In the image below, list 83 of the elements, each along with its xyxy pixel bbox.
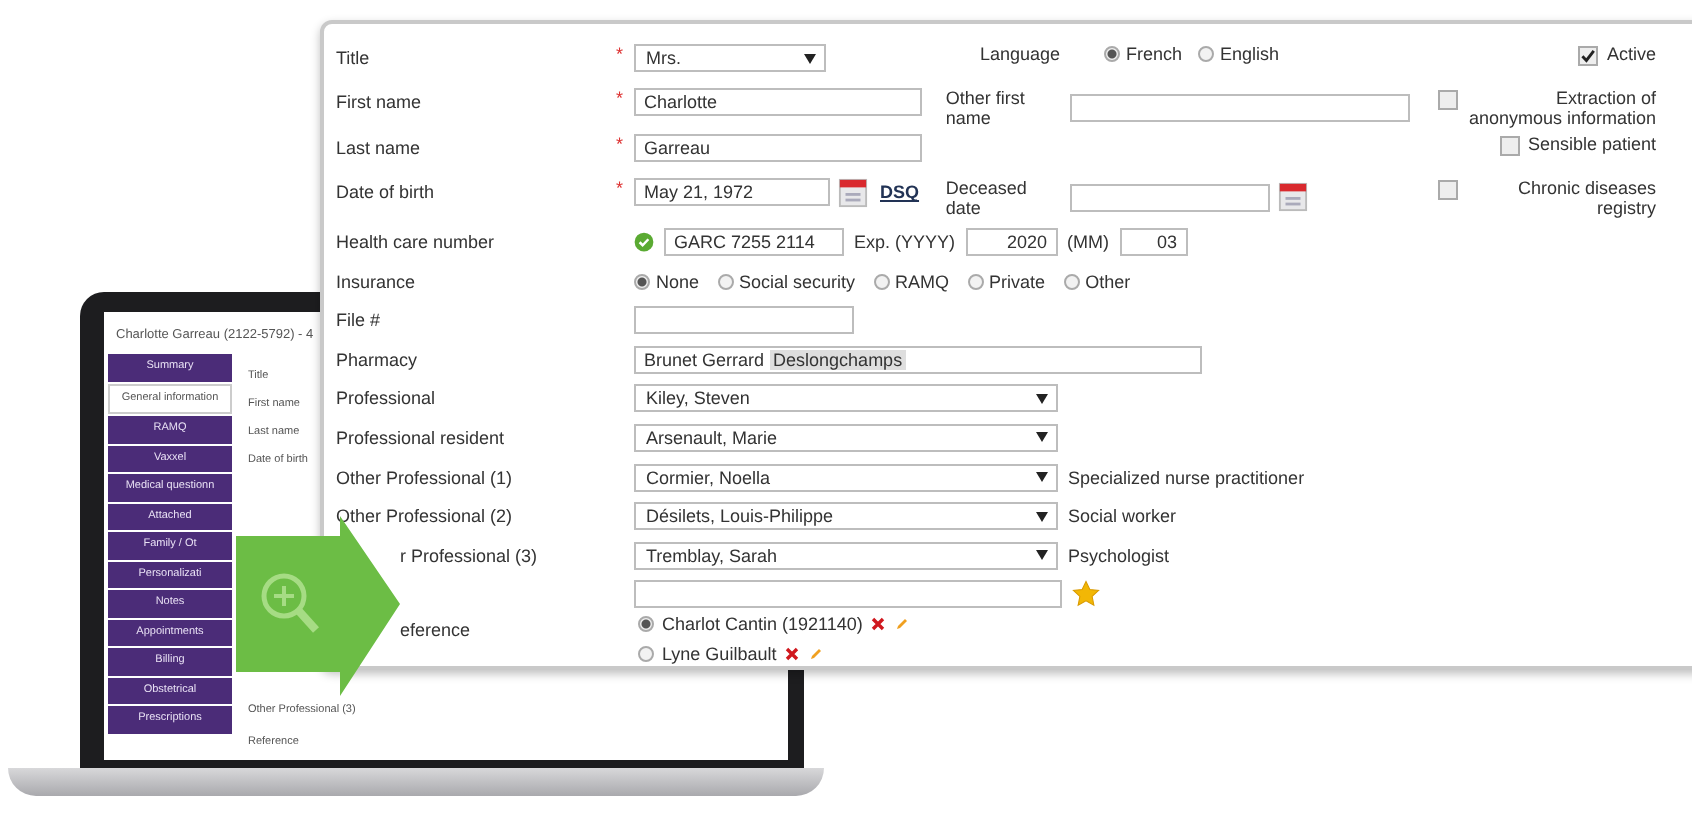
select-field[interactable]: Cormier, Noella (634, 463, 1058, 492)
text-field[interactable] (1069, 94, 1410, 123)
role-label: Psychologist (1068, 545, 1170, 566)
caret-icon (1036, 472, 1048, 483)
field-label: (MM) (1067, 231, 1110, 252)
reference-name: Charlot Cantin (1921140) (662, 614, 863, 635)
calendar-icon (1277, 182, 1308, 213)
radio-button[interactable] (717, 273, 734, 290)
radio-button[interactable] (638, 616, 654, 633)
select-field[interactable]: Désilets, Louis-Philippe (634, 502, 1058, 531)
checkbox-label: Extraction of anonymous information (1466, 88, 1656, 129)
select-field[interactable]: Kiley, Steven (634, 384, 1058, 413)
checkbox-label: Active (1606, 44, 1656, 64)
field-label: r Professional (3) (398, 545, 540, 566)
select-field[interactable]: Tremblay, Sarah (634, 541, 1058, 570)
field-label: Other Professional (2) (336, 506, 515, 527)
text-field[interactable]: Charlotte (634, 88, 922, 117)
field-label: Other first name (945, 88, 1027, 129)
radio-label: None (656, 271, 700, 292)
checkbox[interactable] (1578, 46, 1599, 66)
radio-label: French (1126, 44, 1183, 64)
field-label: Date of birth (336, 182, 437, 203)
role-label: Specialized nurse practitioner (1068, 467, 1305, 488)
field-label: Deceased date (945, 177, 1029, 218)
pencil-icon (808, 646, 825, 663)
caret-icon (1036, 432, 1048, 443)
field-label: File # (336, 310, 383, 331)
delete-icon (870, 616, 887, 633)
field-label: Other Professional (1) (336, 467, 515, 488)
radio-button[interactable] (1063, 273, 1080, 290)
radio-button[interactable] (967, 273, 984, 290)
required-mark: * (616, 44, 626, 64)
field-label: Insurance (336, 271, 418, 292)
select-field[interactable]: Mrs. (634, 44, 826, 72)
checkbox-label: Sensible patient (1527, 133, 1656, 154)
field-label: Professional resident (336, 427, 507, 448)
field-label: eference (398, 619, 473, 640)
text-field[interactable]: 2020 (965, 227, 1058, 256)
text-field[interactable]: Garreau (634, 133, 922, 162)
checkbox[interactable] (1438, 90, 1458, 111)
required-mark: * (616, 133, 626, 154)
calendar-icon (838, 177, 868, 208)
required-mark: * (616, 88, 626, 109)
radio-button[interactable] (1104, 46, 1120, 62)
radio-label: Other (1085, 271, 1131, 292)
field-label: Health care number (336, 231, 497, 252)
field-label: Language (980, 44, 1063, 64)
delete-icon (784, 646, 801, 663)
field-label: Title (336, 48, 372, 68)
caret-icon (1036, 511, 1048, 522)
pharmacy-field[interactable]: Brunet Gerrard Deslongchamps (634, 345, 1202, 374)
caret-icon (1036, 393, 1048, 404)
text-field[interactable]: GARC 7255 2114 (664, 227, 844, 256)
pencil-icon (894, 616, 911, 633)
text-field[interactable] (634, 306, 854, 335)
checkbox[interactable] (1499, 135, 1520, 156)
select-field[interactable]: Arsenault, Marie (634, 423, 1058, 452)
radio-button[interactable] (1198, 46, 1215, 62)
role-label: Social worker (1068, 506, 1177, 527)
text-field[interactable]: 03 (1119, 227, 1188, 256)
field-label: First name (336, 92, 424, 113)
reference-name: Lyne Guilbault (662, 644, 777, 665)
date-field[interactable]: May 21, 1972 (634, 178, 830, 207)
radio-button[interactable] (634, 273, 650, 290)
radio-label: English (1220, 44, 1280, 64)
required-mark: * (616, 177, 626, 198)
search-field[interactable] (634, 579, 1062, 608)
field-label: Last name (336, 137, 423, 158)
radio-button[interactable] (873, 273, 890, 290)
dsq-link[interactable]: DSQ (880, 182, 920, 203)
caret-icon (1036, 550, 1048, 561)
radio-label: RAMQ (895, 271, 950, 292)
radio-label: Social security (739, 271, 856, 292)
radio-button[interactable] (638, 646, 654, 663)
field-label: Professional (336, 388, 438, 409)
star-icon (1072, 579, 1100, 608)
caret-icon (804, 53, 816, 63)
checkbox-label: Chronic diseases registry (1515, 177, 1656, 218)
radio-label: Private (989, 271, 1046, 292)
field-label: Pharmacy (336, 349, 420, 370)
field-label: Exp. (YYYY) (854, 231, 956, 252)
checkbox[interactable] (1438, 179, 1458, 200)
date-field[interactable] (1069, 183, 1270, 212)
